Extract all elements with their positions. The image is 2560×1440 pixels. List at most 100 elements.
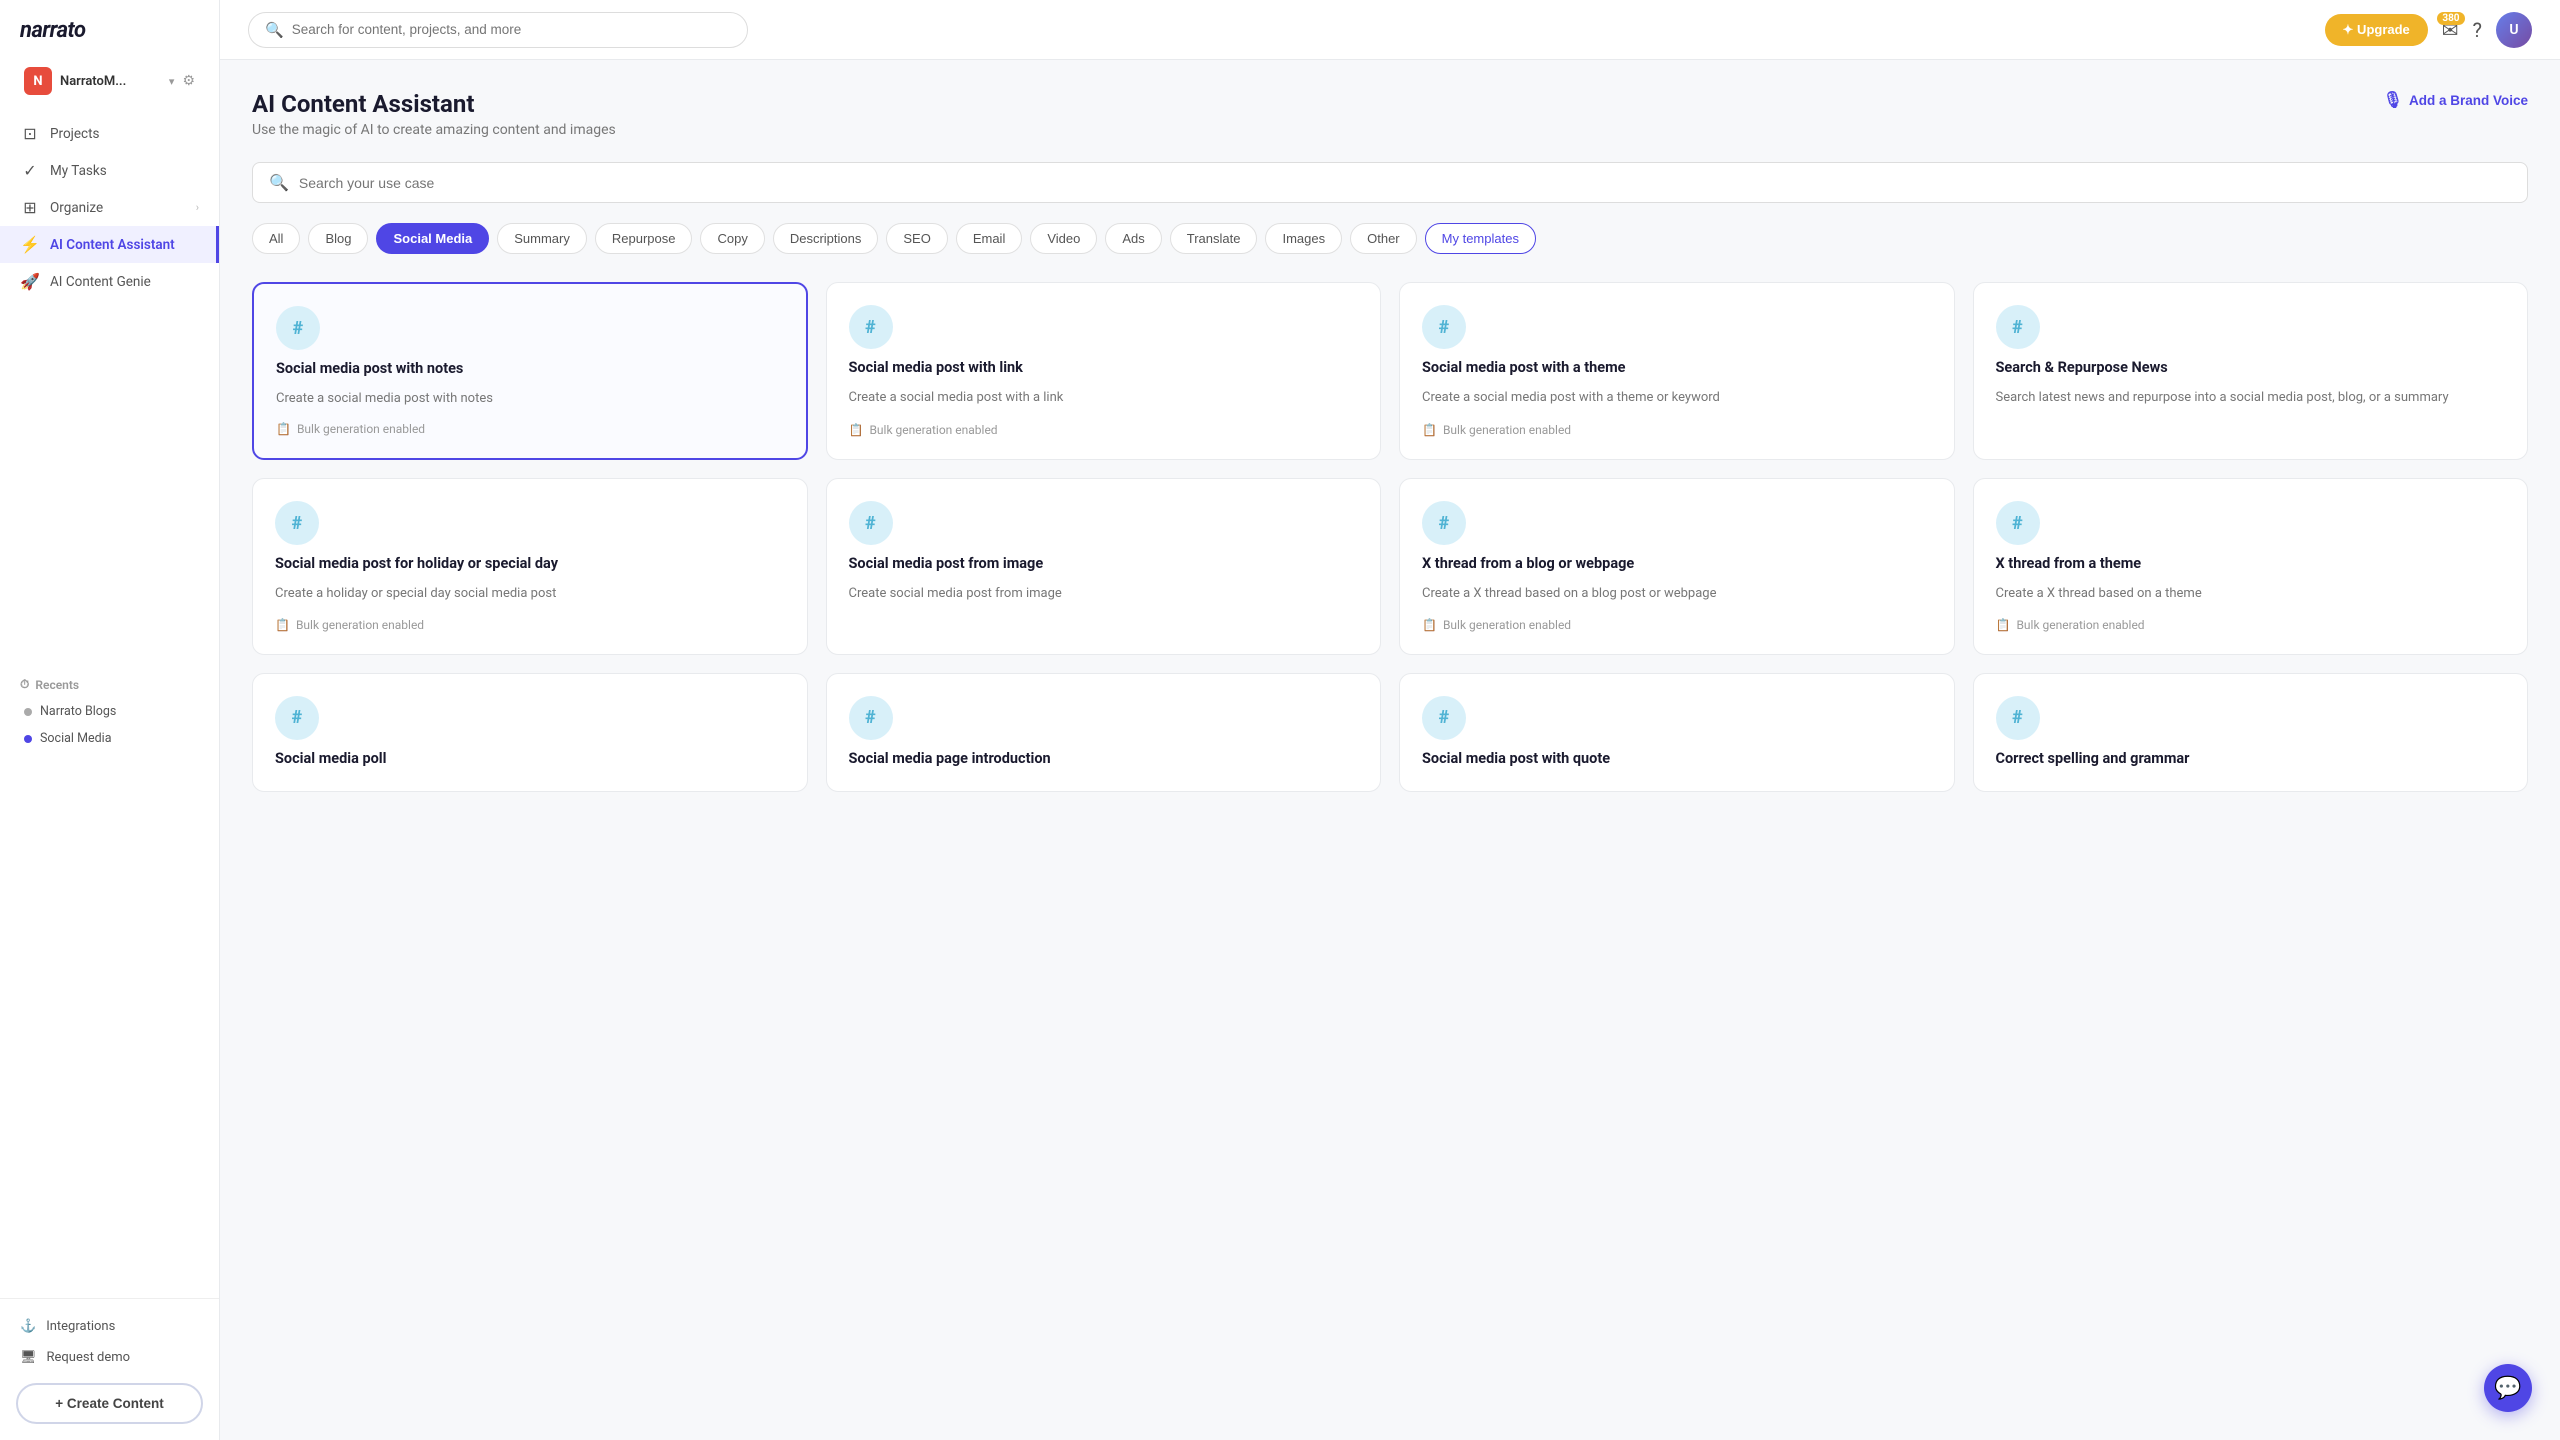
card-title: Social media poll: [275, 750, 785, 769]
sidebar-item-integrations[interactable]: ⚓ Integrations: [16, 1311, 203, 1342]
card-desc: Create social media post from image: [849, 584, 1359, 632]
bulk-icon: 📋: [1422, 423, 1437, 437]
card-title: X thread from a blog or webpage: [1422, 555, 1932, 574]
card-icon: #: [1422, 696, 1466, 740]
card-desc: Create a social media post with a theme …: [1422, 388, 1932, 410]
card-social-image[interactable]: # Social media post from image Create so…: [826, 478, 1382, 654]
card-icon: #: [275, 696, 319, 740]
page-header: AI Content Assistant Use the magic of AI…: [252, 90, 2528, 138]
filter-tab-images[interactable]: Images: [1265, 223, 1342, 254]
filter-tab-other[interactable]: Other: [1350, 223, 1417, 254]
main-area: 🔍 ✦ Upgrade ✉ 380 ? U AI Content Assista…: [220, 0, 2560, 1440]
card-icon: #: [849, 501, 893, 545]
bulk-icon: 📋: [1422, 618, 1437, 632]
filter-tab-video[interactable]: Video: [1030, 223, 1097, 254]
recent-dot-icon: [24, 708, 32, 716]
card-desc: Create a social media post with notes: [276, 389, 784, 409]
sidebar-item-label: Organize: [50, 200, 103, 216]
chevron-right-icon: ›: [196, 201, 199, 214]
filter-tab-email[interactable]: Email: [956, 223, 1023, 254]
sidebar-item-ai-content-genie[interactable]: 🚀 AI Content Genie: [0, 263, 219, 300]
workspace-selector[interactable]: N NarratoM... ▾ ⚙: [8, 59, 211, 103]
card-social-notes[interactable]: # Social media post with notes Create a …: [252, 282, 808, 460]
topbar-right: ✦ Upgrade ✉ 380 ? U: [2325, 12, 2532, 48]
sidebar-item-ai-content-assistant[interactable]: ⚡ AI Content Assistant: [0, 226, 219, 263]
app-logo: narrato: [0, 0, 219, 55]
gear-icon[interactable]: ⚙: [182, 73, 195, 89]
card-title: Social media post for holiday or special…: [275, 555, 785, 574]
upgrade-button[interactable]: ✦ Upgrade: [2325, 14, 2428, 46]
sidebar-item-my-tasks[interactable]: ✓ My Tasks: [0, 152, 219, 189]
card-x-thread-theme[interactable]: # X thread from a theme Create a X threa…: [1973, 478, 2529, 654]
notifications-button[interactable]: ✉ 380: [2442, 18, 2459, 42]
anchor-icon: ⚓: [20, 1319, 36, 1334]
filter-tab-all[interactable]: All: [252, 223, 300, 254]
usecase-search-bar[interactable]: 🔍: [252, 162, 2528, 203]
filter-tab-copy[interactable]: Copy: [700, 223, 764, 254]
content-area: AI Content Assistant Use the magic of AI…: [220, 60, 2560, 1440]
card-title: Search & Repurpose News: [1996, 359, 2506, 378]
recent-dot-icon: [24, 735, 32, 743]
sidebar-item-request-demo[interactable]: 🖥 Request demo: [16, 1342, 203, 1373]
card-x-thread-blog[interactable]: # X thread from a blog or webpage Create…: [1399, 478, 1955, 654]
filter-tab-repurpose[interactable]: Repurpose: [595, 223, 693, 254]
card-title: Social media post with a theme: [1422, 359, 1932, 378]
page-header-left: AI Content Assistant Use the magic of AI…: [252, 90, 616, 138]
filter-tab-blog[interactable]: Blog: [308, 223, 368, 254]
card-social-quote[interactable]: # Social media post with quote: [1399, 673, 1955, 792]
sidebar-item-label: My Tasks: [50, 163, 107, 179]
card-search-repurpose[interactable]: # Search & Repurpose News Search latest …: [1973, 282, 2529, 460]
sidebar-item-projects[interactable]: ⊡ Projects: [0, 115, 219, 152]
bulk-icon: 📋: [276, 422, 291, 436]
sidebar-item-organize[interactable]: ⊞ Organize ›: [0, 189, 219, 226]
filter-tab-social-media[interactable]: Social Media: [376, 223, 489, 254]
topbar: 🔍 ✦ Upgrade ✉ 380 ? U: [220, 0, 2560, 60]
organize-icon: ⊞: [20, 198, 40, 217]
card-bulk-badge: 📋Bulk generation enabled: [1996, 618, 2506, 632]
chat-bubble-button[interactable]: 💬: [2484, 1364, 2532, 1412]
card-social-poll[interactable]: # Social media poll: [252, 673, 808, 792]
chevron-down-icon: ▾: [169, 75, 175, 88]
lightning-icon: ⚡: [20, 235, 40, 254]
card-social-page-intro[interactable]: # Social media page introduction: [826, 673, 1382, 792]
card-icon: #: [1996, 696, 2040, 740]
card-title: Social media page introduction: [849, 750, 1359, 769]
bulk-icon: 📋: [849, 423, 864, 437]
card-title: X thread from a theme: [1996, 555, 2506, 574]
add-brand-voice-button[interactable]: 🎙 Add a Brand Voice: [2383, 90, 2528, 110]
sidebar-item-label: AI Content Genie: [50, 274, 151, 290]
recent-item-social-media[interactable]: Social Media: [20, 725, 199, 752]
workspace-avatar: N: [24, 67, 52, 95]
card-icon: #: [1422, 305, 1466, 349]
filter-tab-translate[interactable]: Translate: [1170, 223, 1258, 254]
microphone-icon: 🎙: [2383, 90, 2403, 110]
help-icon[interactable]: ?: [2473, 18, 2482, 42]
card-desc: Create a X thread based on a blog post o…: [1422, 584, 1932, 604]
filter-tab-ads[interactable]: Ads: [1105, 223, 1161, 254]
card-correct-grammar[interactable]: # Correct spelling and grammar: [1973, 673, 2529, 792]
card-bulk-badge: 📋Bulk generation enabled: [275, 618, 785, 632]
card-desc: Create a X thread based on a theme: [1996, 584, 2506, 604]
clock-icon: ⏱: [20, 677, 29, 692]
global-search-input[interactable]: [292, 22, 731, 37]
filter-tab-my-templates[interactable]: My templates: [1425, 223, 1536, 254]
search-icon: 🔍: [265, 21, 284, 39]
bulk-icon: 📋: [275, 618, 290, 632]
filter-tab-summary[interactable]: Summary: [497, 223, 587, 254]
card-social-holiday[interactable]: # Social media post for holiday or speci…: [252, 478, 808, 654]
usecase-search-input[interactable]: [299, 175, 2511, 191]
card-title: Social media post with quote: [1422, 750, 1932, 769]
user-avatar[interactable]: U: [2496, 12, 2532, 48]
create-content-button[interactable]: + Create Content: [16, 1383, 203, 1424]
tasks-icon: ✓: [20, 161, 40, 180]
global-search-bar[interactable]: 🔍: [248, 12, 748, 48]
filter-tab-seo[interactable]: SEO: [886, 223, 947, 254]
recent-item-narrato-blogs[interactable]: Narrato Blogs: [20, 698, 199, 725]
filter-tab-descriptions[interactable]: Descriptions: [773, 223, 879, 254]
card-icon: #: [275, 501, 319, 545]
card-social-link[interactable]: # Social media post with link Create a s…: [826, 282, 1382, 460]
card-title: Social media post from image: [849, 555, 1359, 574]
rocket-icon: 🚀: [20, 272, 40, 291]
card-icon: #: [1422, 501, 1466, 545]
card-social-theme[interactable]: # Social media post with a theme Create …: [1399, 282, 1955, 460]
